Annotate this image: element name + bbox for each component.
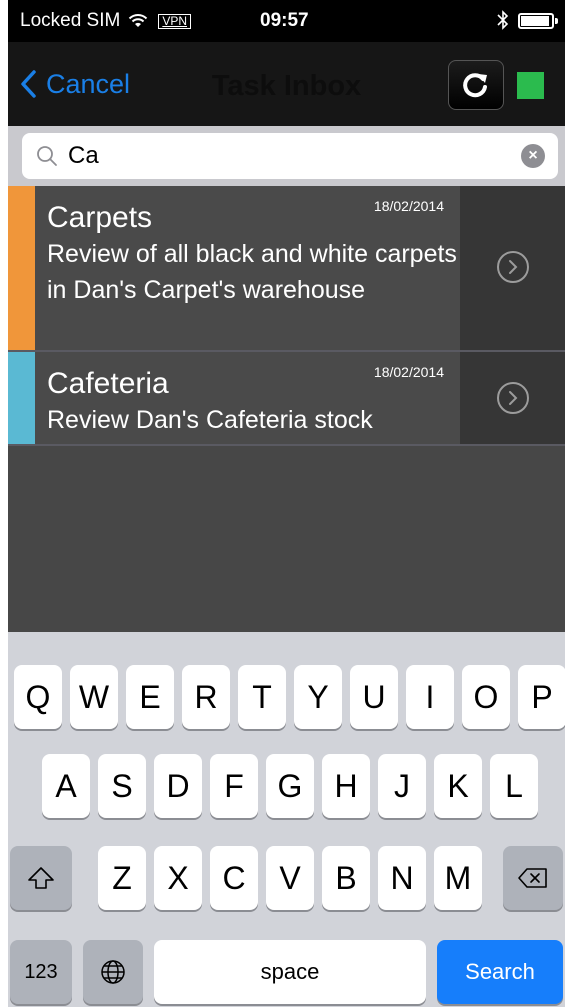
globe-icon: [101, 960, 125, 984]
key-x[interactable]: X: [154, 846, 202, 910]
key-y[interactable]: Y: [294, 665, 342, 729]
key-w[interactable]: W: [70, 665, 118, 729]
key-a[interactable]: A: [42, 754, 90, 818]
task-description: Review of all black and white carpets in…: [47, 240, 457, 304]
phone-screen: Locked SIM VPN 09:57 Cancel Task Inbox C…: [8, 0, 565, 1007]
task-list: Carpets Review of all black and white ca…: [8, 186, 565, 446]
task-row-carpets[interactable]: Carpets Review of all black and white ca…: [8, 186, 565, 352]
globe-key[interactable]: [83, 940, 143, 1004]
key-g[interactable]: G: [266, 754, 314, 818]
task-content: Carpets Review of all black and white ca…: [35, 186, 460, 350]
vpn-badge: VPN: [158, 13, 192, 29]
delete-key[interactable]: [503, 846, 563, 910]
space-key[interactable]: space: [154, 940, 426, 1004]
bluetooth-icon: [497, 10, 509, 30]
search-input[interactable]: [68, 139, 508, 173]
task-color-bar: [8, 352, 35, 444]
refresh-button[interactable]: [448, 60, 504, 110]
key-z[interactable]: Z: [98, 846, 146, 910]
status-left: Locked SIM VPN: [20, 10, 192, 32]
shift-arrow-icon: [28, 867, 54, 889]
task-row-cafeteria[interactable]: Cafeteria Review Dan's Cafeteria stock 1…: [8, 352, 565, 446]
carrier-label: Locked SIM: [20, 10, 121, 31]
task-color-bar: [8, 186, 35, 350]
chevron-right-circle-icon[interactable]: [497, 382, 529, 414]
navigation-bar: Cancel Task Inbox: [8, 42, 565, 126]
key-r[interactable]: R: [182, 665, 230, 729]
search-icon: [37, 146, 57, 166]
refresh-icon: [463, 73, 487, 98]
task-detail-column: [460, 186, 565, 350]
key-q[interactable]: Q: [14, 665, 62, 729]
clear-search-icon[interactable]: ×: [521, 144, 545, 168]
key-n[interactable]: N: [378, 846, 426, 910]
key-d[interactable]: D: [154, 754, 202, 818]
key-k[interactable]: K: [434, 754, 482, 818]
key-i[interactable]: I: [406, 665, 454, 729]
key-t[interactable]: T: [238, 665, 286, 729]
key-v[interactable]: V: [266, 846, 314, 910]
battery-icon: [518, 13, 558, 29]
key-f[interactable]: F: [210, 754, 258, 818]
task-description: Review Dan's Cafeteria stock: [47, 406, 373, 434]
backspace-icon: [518, 868, 547, 888]
task-date: 18/02/2014: [373, 364, 444, 380]
key-m[interactable]: M: [434, 846, 482, 910]
status-bar: Locked SIM VPN 09:57: [8, 0, 565, 42]
key-h[interactable]: H: [322, 754, 370, 818]
key-p[interactable]: P: [518, 665, 565, 729]
task-date: 18/02/2014: [373, 198, 444, 214]
status-time: 09:57: [260, 10, 309, 31]
shift-key[interactable]: [10, 846, 72, 910]
key-e[interactable]: E: [126, 665, 174, 729]
keyboard: Q W E R T Y U I O P A S D F G H J K L Z …: [8, 632, 565, 1007]
key-c[interactable]: C: [210, 846, 258, 910]
key-b[interactable]: B: [322, 846, 370, 910]
key-l[interactable]: L: [490, 754, 538, 818]
task-content: Cafeteria Review Dan's Cafeteria stock 1…: [35, 352, 460, 444]
key-s[interactable]: S: [98, 754, 146, 818]
task-detail-column: [460, 352, 565, 444]
wifi-icon: [129, 14, 148, 27]
key-o[interactable]: O: [462, 665, 510, 729]
sync-status-indicator: [517, 72, 544, 99]
chevron-right-circle-icon[interactable]: [497, 251, 529, 283]
search-bar: ×: [8, 126, 565, 188]
key-j[interactable]: J: [378, 754, 426, 818]
search-field[interactable]: ×: [22, 133, 558, 179]
search-key[interactable]: Search: [437, 940, 563, 1004]
key-u[interactable]: U: [350, 665, 398, 729]
numbers-key[interactable]: 123: [10, 940, 72, 1004]
